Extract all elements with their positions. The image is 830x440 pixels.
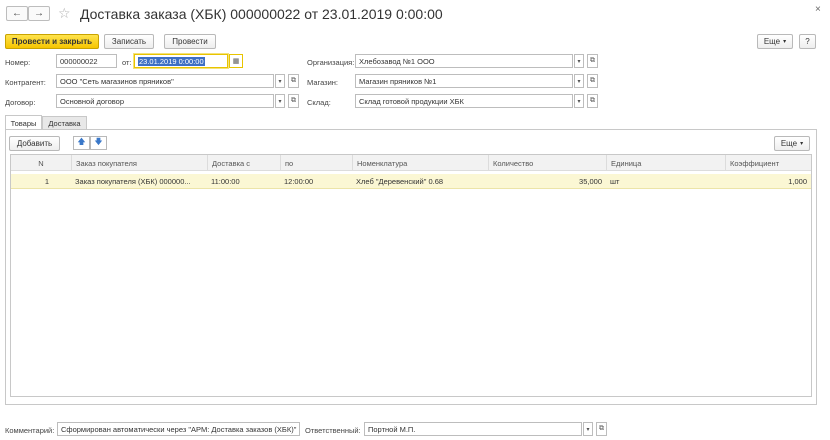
move-down-button[interactable]: 🡇 [90,136,107,150]
warehouse-label: Склад: [307,98,331,107]
more-button[interactable]: Еще ▾ [757,34,793,49]
open-link-icon: ⧉ [590,57,595,64]
grid-more-button[interactable]: Еще ▾ [774,136,810,151]
store-dropdown[interactable]: ▾ [574,74,584,88]
date-from-label: от: [122,58,132,67]
chevron-down-icon: ▾ [800,141,804,147]
warehouse-dropdown[interactable]: ▾ [574,94,584,108]
open-link-icon: ⧉ [599,425,604,432]
column-header-item[interactable]: Номенклатура [352,155,488,171]
column-header-quantity[interactable]: Количество [488,155,606,171]
chevron-down-icon: ▾ [783,39,787,45]
organization-dropdown[interactable]: ▾ [574,54,584,68]
close-icon[interactable]: × [815,4,821,15]
more-label: Еще [763,37,781,46]
responsible-dropdown[interactable]: ▾ [583,422,593,436]
calendar-icon: ▦ [232,58,240,65]
date-value: 23.01.2019 0:00:00 [138,56,205,66]
chevron-down-icon: ▾ [577,98,581,105]
arrow-up-icon: 🡅 [77,137,86,146]
column-header-order[interactable]: Заказ покупателя [71,155,207,171]
cell-quantity: 35,000 [579,177,602,186]
page-title: Доставка заказа (ХБК) 000000022 от 23.01… [80,6,443,22]
table-row[interactable]: 1 Заказ покупателя (ХБК) 000000... 11:00… [11,174,811,189]
column-header-unit[interactable]: Единица [606,155,725,171]
column-header-n[interactable]: N [11,155,71,171]
store-label: Магазин: [307,78,339,87]
chevron-down-icon: ▾ [586,426,590,433]
goods-table[interactable]: N Заказ покупателя Доставка с по Номенкл… [10,154,812,397]
cell-item: Хлеб "Деревенский" 0.68 [356,177,444,186]
number-label: Номер: [5,58,31,67]
date-field[interactable]: 23.01.2019 0:00:00 [134,54,228,68]
table-header: N Заказ покупателя Доставка с по Номенкл… [11,155,811,171]
contract-open-button[interactable]: ⧉ [288,94,299,108]
organization-field[interactable]: Хлебозавод №1 ООО [355,54,573,68]
grid-more-label: Еще [780,139,798,148]
chevron-down-icon: ▾ [577,58,581,65]
calendar-button[interactable]: ▦ [229,54,243,68]
responsible-field[interactable]: Портной М.П. [364,422,582,436]
cell-coefficient: 1,000 [788,177,807,186]
open-link-icon: ⧉ [291,97,296,104]
save-button[interactable]: Записать [104,34,154,49]
contract-label: Договор: [5,98,36,107]
column-header-delivery-to[interactable]: по [280,155,352,171]
cell-delivery-to: 12:00:00 [284,177,314,186]
column-header-coefficient[interactable]: Коэффициент [725,155,811,171]
responsible-open-button[interactable]: ⧉ [596,422,607,436]
help-button[interactable]: ? [799,34,816,49]
contractor-field[interactable]: ООО "Сеть магазинов пряников" [56,74,274,88]
contractor-dropdown[interactable]: ▾ [275,74,285,88]
back-button[interactable]: ← [6,6,28,21]
move-up-button[interactable]: 🡅 [73,136,90,150]
tab-delivery[interactable]: Доставка [42,116,87,130]
cell-delivery-from: 11:00:00 [211,177,240,186]
store-open-button[interactable]: ⧉ [587,74,598,88]
contract-dropdown[interactable]: ▾ [275,94,285,108]
chevron-down-icon: ▾ [278,78,282,85]
cell-unit: шт [610,177,620,186]
add-row-button[interactable]: Добавить [9,136,60,151]
favorite-star-icon[interactable]: ☆ [58,6,71,20]
tab-goods[interactable]: Товары [5,115,42,130]
open-link-icon: ⧉ [291,77,296,84]
comment-field[interactable]: Сформирован автоматически через "АРМ: До… [57,422,300,436]
responsible-label: Ответственный: [305,426,361,435]
chevron-down-icon: ▾ [278,98,282,105]
organization-open-button[interactable]: ⧉ [587,54,598,68]
post-button[interactable]: Провести [164,34,216,49]
arrow-left-icon: ← [12,8,22,19]
number-field[interactable]: 000000022 [56,54,117,68]
column-header-delivery-from[interactable]: Доставка с [207,155,280,171]
contract-field[interactable]: Основной договор [56,94,274,108]
contractor-label: Контрагент: [5,78,46,87]
contractor-open-button[interactable]: ⧉ [288,74,299,88]
arrow-right-icon: → [34,8,44,19]
forward-button[interactable]: → [28,6,50,21]
open-link-icon: ⧉ [590,97,595,104]
warehouse-field[interactable]: Склад готовой продукции ХБК [355,94,573,108]
cell-order: Заказ покупателя (ХБК) 000000... [75,177,191,186]
comment-label: Комментарий: [5,426,55,435]
post-and-close-button[interactable]: Провести и закрыть [5,34,99,49]
warehouse-open-button[interactable]: ⧉ [587,94,598,108]
open-link-icon: ⧉ [590,77,595,84]
cell-n: 1 [44,177,49,186]
chevron-down-icon: ▾ [577,78,581,85]
store-field[interactable]: Магазин пряников №1 [355,74,573,88]
arrow-down-icon: 🡇 [94,137,103,146]
organization-label: Организация: [307,58,355,67]
